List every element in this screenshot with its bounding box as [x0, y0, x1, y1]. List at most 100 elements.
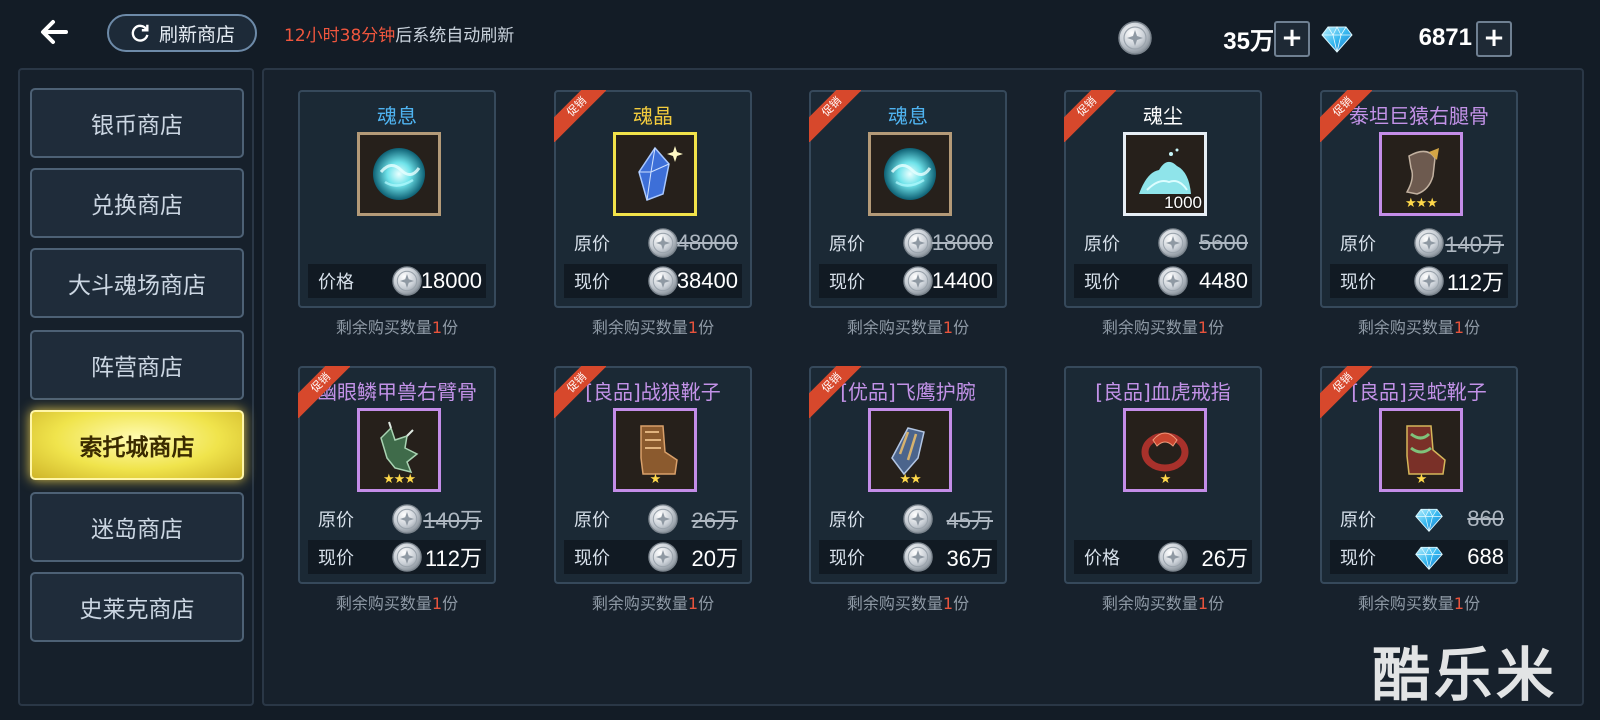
current-price-label: 现价 [829, 548, 865, 569]
current-price-label: 现价 [574, 548, 610, 569]
current-price-label: 现价 [574, 272, 610, 293]
item-icon-frame[interactable] [357, 132, 441, 216]
sidebar-item-faction-shop[interactable]: 阵营商店 [30, 330, 244, 400]
silver-coin-icon [648, 504, 678, 534]
current-price-label: 现价 [1340, 272, 1376, 293]
diamond-icon [1320, 21, 1354, 55]
price-value: 18000 [420, 268, 482, 293]
auto-refresh-timer: 12小时38分钟后系统自动刷新 [284, 21, 514, 46]
original-price-value: 48000 [676, 230, 738, 255]
shop-item-card[interactable]: 魂尘 1000 原价 5600 现价 4480 促销 [1064, 90, 1262, 308]
remaining-unit: 份 [1464, 594, 1481, 613]
remaining-purchase-text: 剩余购买数量1份 [1064, 590, 1262, 614]
remaining-count: 1 [942, 594, 954, 613]
silver-balance-wrap: 35万 [1210, 18, 1274, 58]
diamond-icon [1414, 504, 1444, 534]
add-silver-button[interactable]: + [1274, 21, 1310, 57]
sidebar-item-silver-shop[interactable]: 银币商店 [30, 88, 244, 158]
refresh-icon [131, 24, 149, 42]
refresh-shop-button[interactable]: 刷新商店 [107, 14, 257, 52]
remaining-unit: 份 [953, 594, 970, 613]
price-row: 价格 26万 [1074, 540, 1252, 574]
original-price-label: 原价 [1084, 234, 1120, 255]
refresh-countdown: 12小时38分钟 [284, 26, 396, 46]
remaining-unit: 份 [1208, 594, 1225, 613]
sidebar-item-exchange-shop[interactable]: 兑换商店 [30, 168, 244, 238]
original-price-row: 原价 140万 [308, 502, 486, 536]
silver-coin-icon [648, 542, 678, 572]
shop-item-card[interactable]: 魂晶 原价 48000 现价 38400 促销 [554, 90, 752, 308]
price-value: 26万 [1201, 546, 1248, 571]
original-price-value: 18000 [931, 230, 993, 255]
refresh-timer-text: 后系统自动刷新 [395, 26, 515, 46]
item-icon-frame[interactable] [613, 132, 697, 216]
item-title: 魂晶 [633, 104, 673, 128]
remaining-count: 1 [1197, 318, 1209, 337]
remaining-purchase-text: 剩余购买数量1份 [554, 590, 752, 614]
sidebar-item-arena-shop[interactable]: 大斗魂场商店 [30, 248, 244, 318]
silver-currency-group [1118, 18, 1152, 58]
shop-item-card[interactable]: [良品]血虎戒指 ★ 价格 26万 [1064, 366, 1262, 584]
remaining-count: 1 [687, 318, 699, 337]
remaining-purchase-text: 剩余购买数量1份 [1320, 314, 1518, 338]
star-rating: ★ [649, 472, 662, 487]
original-price-row: 原价 26万 [564, 502, 742, 536]
diamond-icon [1414, 542, 1444, 572]
remaining-count: 1 [942, 318, 954, 337]
shop-item-card[interactable]: [良品]战狼靴子 ★ 原价 26万 现价 20万 促销 [554, 366, 752, 584]
star-rating: ★★★ [1405, 196, 1438, 211]
original-price-row: 原价 18000 [819, 226, 997, 260]
original-price-value: 45万 [946, 508, 993, 533]
current-price-row: 现价 36万 [819, 540, 997, 574]
silver-coin-icon [903, 504, 933, 534]
silver-coin-icon [392, 504, 422, 534]
silver-coin-icon [1158, 266, 1188, 296]
shop-item-card[interactable]: [良品]灵蛇靴子 ★ 原价 860 现价 688 促销 [1320, 366, 1518, 584]
star-rating: ★ [1159, 472, 1172, 487]
silver-coin-icon [903, 542, 933, 572]
item-icon-frame[interactable]: ★★★ [357, 408, 441, 492]
shop-item-card[interactable]: 幽眼鳞甲兽右臂骨 ★★★ 原价 140万 现价 112万 促销 [298, 366, 496, 584]
current-price-value: 112万 [1446, 270, 1504, 295]
sidebar-item-mist-island-shop[interactable]: 迷岛商店 [30, 492, 244, 562]
shop-item-card[interactable]: [优品]飞鹰护腕 ★★ 原价 45万 现价 36万 促销 [809, 366, 1007, 584]
shop-item-card[interactable]: 魂息 价格 18000 [298, 90, 496, 308]
remaining-label: 剩余购买数量 [846, 318, 943, 337]
remaining-unit: 份 [698, 318, 715, 337]
item-icon-frame[interactable]: 1000 [1123, 132, 1207, 216]
shop-item-card[interactable]: 魂息 原价 18000 现价 14400 促销 [809, 90, 1007, 308]
item-icon-frame[interactable]: ★ [613, 408, 697, 492]
item-icon-frame[interactable] [868, 132, 952, 216]
original-price-row: 原价 860 [1330, 502, 1508, 536]
sidebar-item-shrek-shop[interactable]: 史莱克商店 [30, 572, 244, 642]
original-price-row: 原价 48000 [564, 226, 742, 260]
original-price-label: 原价 [574, 510, 610, 531]
item-icon-frame[interactable]: ★ [1379, 408, 1463, 492]
remaining-unit: 份 [953, 318, 970, 337]
current-price-value: 20万 [691, 546, 738, 571]
item-icon-frame[interactable]: ★ [1123, 408, 1207, 492]
price-row: 价格 18000 [308, 264, 486, 298]
silver-coin-icon [392, 266, 422, 296]
back-arrow-icon[interactable] [36, 14, 72, 50]
item-title: [良品]灵蛇靴子 [1351, 380, 1487, 404]
original-price-row: 原价 140万 [1330, 226, 1508, 260]
current-price-row: 现价 4480 [1074, 264, 1252, 298]
sidebar-item-sotocity-shop[interactable]: 索托城商店 [30, 410, 244, 480]
item-icon-frame[interactable]: ★★ [868, 408, 952, 492]
item-title: 魂息 [377, 104, 417, 128]
shop-item-card[interactable]: 泰坦巨猿右腿骨 ★★★ 原价 140万 现价 112万 促销 [1320, 90, 1518, 308]
soul-breath-icon [884, 148, 936, 200]
item-icon-frame[interactable]: ★★★ [1379, 132, 1463, 216]
item-title: 魂尘 [1143, 104, 1183, 128]
diamond-balance-wrap: 6871 [1410, 18, 1472, 58]
add-diamond-button[interactable]: + [1476, 21, 1512, 57]
price-label: 价格 [1084, 548, 1120, 569]
silver-coin-icon [1414, 228, 1444, 258]
original-price-label: 原价 [829, 234, 865, 255]
remaining-unit: 份 [1208, 318, 1225, 337]
current-price-row: 现价 14400 [819, 264, 997, 298]
remaining-count: 1 [1453, 318, 1465, 337]
diamond-balance: 6871 [1418, 24, 1472, 51]
current-price-row: 现价 112万 [1330, 264, 1508, 298]
